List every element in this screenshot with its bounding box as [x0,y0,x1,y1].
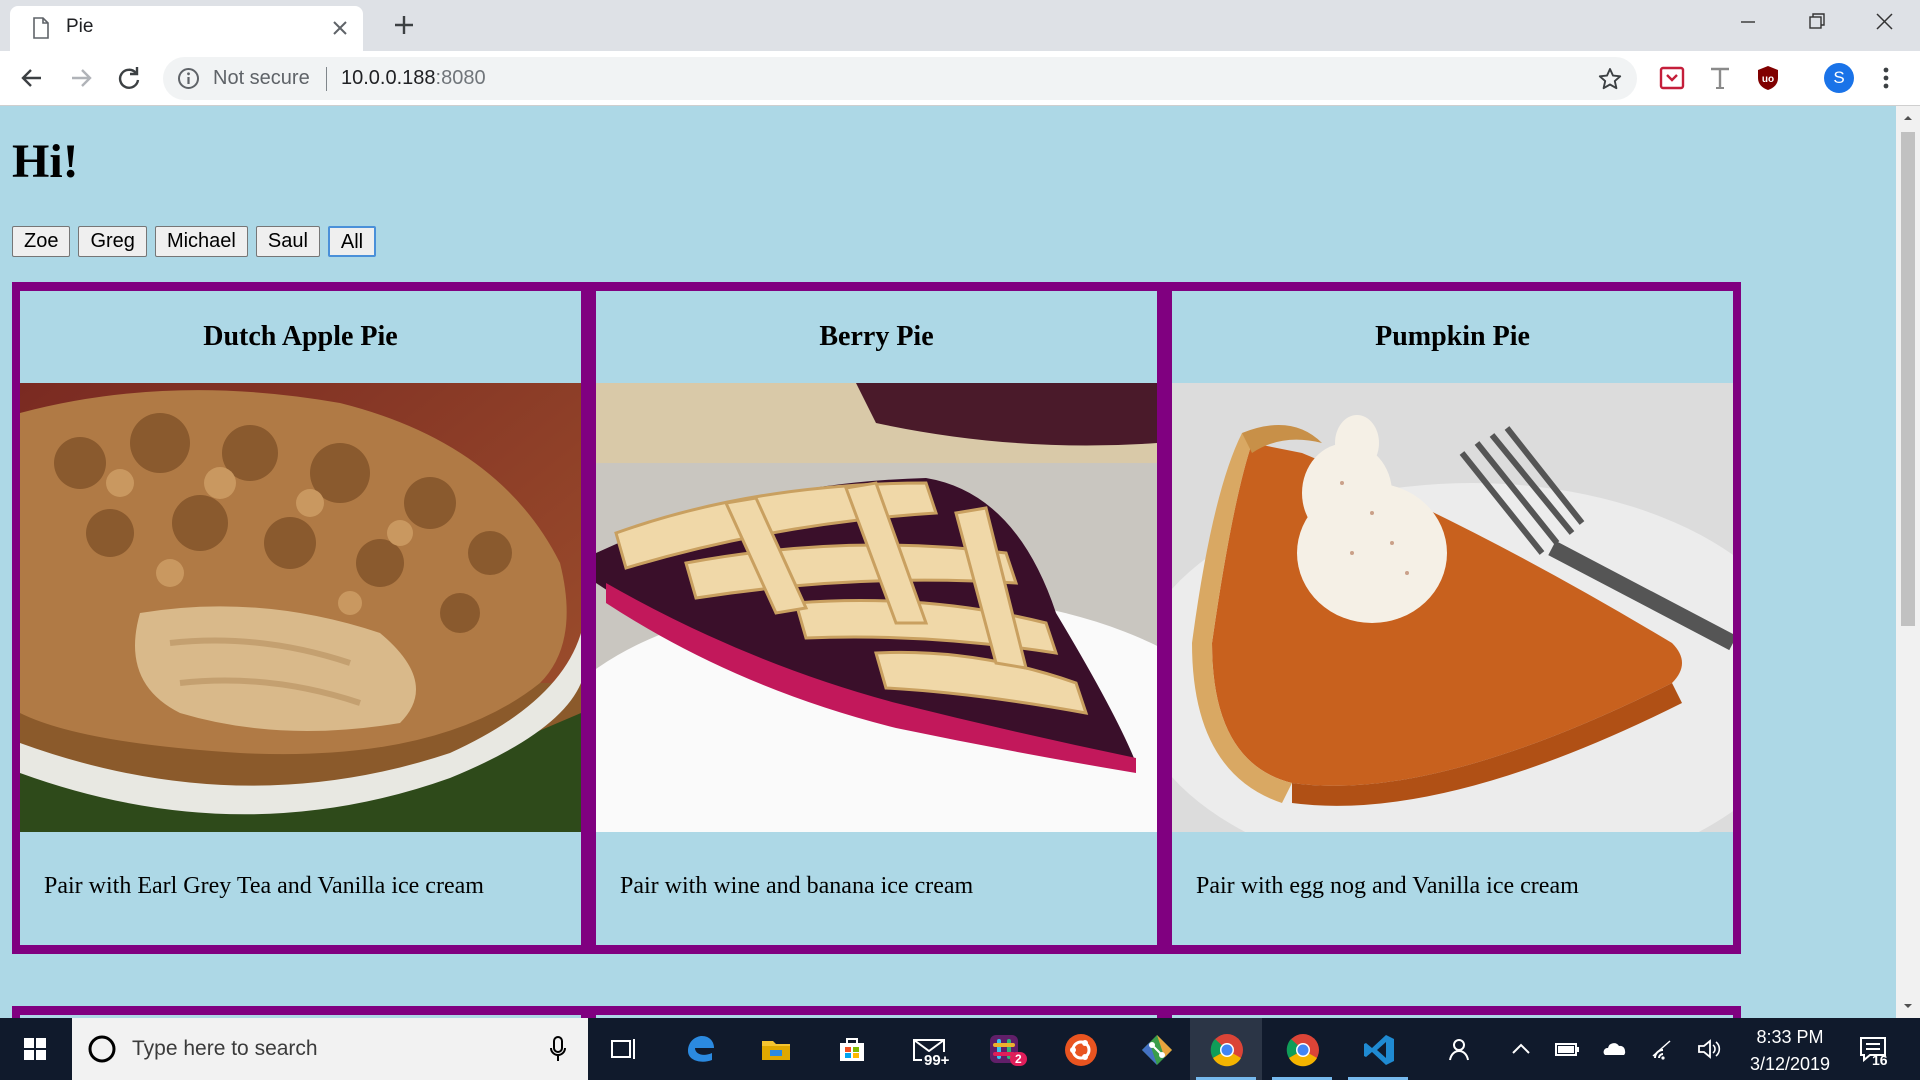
pie-card-row: Dutch Apple Pie Pair with Earl Grey Tea … [12,282,1741,954]
pie-card-row-partial [12,1006,1741,1018]
windows-taskbar: Type here to search 99+ 2 8:33 PM 3/12/2… [0,1018,1920,1080]
tab-title: Pie [66,16,94,37]
chrome-app-active[interactable] [1190,1018,1262,1080]
restore-icon[interactable] [1798,8,1834,36]
vscode-icon [1364,1035,1394,1065]
tab-bar: Pie [0,0,1920,51]
taskbar-search-box[interactable]: Type here to search [72,1018,588,1080]
minimize-icon[interactable] [1730,8,1766,36]
chrome-icon [1210,1034,1243,1067]
chrome-icon [1286,1034,1319,1067]
git-icon [1142,1035,1172,1065]
filter-button-zoe[interactable]: Zoe [12,226,71,257]
search-placeholder: Type here to search [132,1037,318,1060]
people-icon[interactable] [1448,1037,1474,1061]
filter-button-all[interactable]: All [327,226,377,257]
pie-card: Berry Pie Pair with wine and banana ice … [596,291,1157,945]
url-text[interactable]: 10.0.0.188:8080 [341,67,486,90]
store-app[interactable] [816,1018,888,1080]
vscode-app[interactable] [1342,1018,1414,1080]
wifi-icon[interactable] [1650,1037,1676,1061]
battery-icon[interactable] [1554,1037,1580,1061]
scroll-thumb[interactable] [1901,132,1915,626]
pie-name: Pumpkin Pie [1375,321,1530,352]
notification-count: 16 [1872,1052,1888,1068]
forward-arrow-icon[interactable] [66,63,96,93]
page-viewport: Hi! Zoe Greg Michael Saul All Dutch Appl… [0,106,1896,1018]
store-icon [840,1038,864,1061]
task-view-icon [611,1039,635,1059]
dutch-apple-pie-photo [20,383,581,832]
ubuntu-app[interactable] [1044,1018,1116,1080]
scroll-down-arrow-icon[interactable] [1902,1000,1914,1012]
clock-date: 3/12/2019 [1749,1054,1831,1074]
profile-avatar[interactable]: S [1824,63,1854,93]
filter-button-saul[interactable]: Saul [255,226,320,257]
system-clock[interactable]: 8:33 PM 3/12/2019 [1740,1024,1840,1078]
filter-button-michael[interactable]: Michael [154,226,248,257]
browser-toolbar: Not secure 10.0.0.188:8080 uo S [0,51,1920,106]
security-label: Not secure [213,67,310,89]
address-bar[interactable]: Not secure 10.0.0.188:8080 [163,57,1637,100]
chevron-up-icon[interactable] [1508,1037,1534,1061]
microphone-icon[interactable] [548,1035,568,1063]
reload-icon[interactable] [114,63,144,93]
edge-app[interactable] [664,1018,736,1080]
close-window-icon[interactable] [1866,8,1902,36]
pocket-extension-icon[interactable] [1658,64,1686,92]
ublock-extension-icon[interactable]: uo [1754,64,1782,92]
windows-start-icon[interactable] [0,1018,70,1080]
address-separator [326,67,327,91]
close-tab-icon[interactable] [329,17,351,39]
pie-card: Pumpkin Pie Pair with egg nog and Vanill… [1172,291,1733,945]
svg-text:uo: uo [1762,74,1774,85]
pie-pairing-text: Pair with Earl Grey Tea and Vanilla ice … [44,873,484,899]
url-port: :8080 [435,67,486,89]
task-view-button[interactable] [588,1018,660,1080]
volume-icon[interactable] [1696,1037,1722,1061]
pie-name: Dutch Apple Pie [203,321,398,352]
pie-card: Dutch Apple Pie Pair with Earl Grey Tea … [20,291,581,945]
menu-dots-icon[interactable] [1876,64,1896,92]
info-icon[interactable] [177,67,200,90]
pie-pairing-text: Pair with wine and banana ice cream [620,873,974,899]
slack-app[interactable]: 2 [968,1018,1040,1080]
page-icon [33,17,49,39]
pie-pairing-text: Pair with egg nog and Vanilla ice cream [1196,873,1579,899]
mail-badge: 99+ [922,1052,952,1069]
pie-name: Berry Pie [819,321,934,352]
browser-tab[interactable]: Pie [10,6,363,51]
git-app[interactable] [1120,1018,1192,1080]
edge-icon [688,1036,714,1062]
cortana-icon [88,1035,116,1063]
pumpkin-pie-photo [1172,383,1733,832]
bookmark-star-icon[interactable] [1597,66,1623,92]
person-filter-group: Zoe Greg Michael Saul All [12,226,377,257]
file-explorer-icon [762,1041,790,1060]
scroll-up-arrow-icon[interactable] [1902,112,1914,124]
berry-pie-photo [596,383,1157,832]
page-scrollbar[interactable] [1896,106,1920,1018]
url-host: 10.0.0.188 [341,67,436,89]
ubuntu-icon [1065,1034,1097,1066]
page-title: Hi! [12,135,79,188]
translate-extension-icon[interactable] [1706,64,1734,92]
new-tab-icon[interactable] [391,12,417,38]
chrome-app[interactable] [1266,1018,1338,1080]
clock-time: 8:33 PM [1756,1027,1824,1047]
onedrive-icon[interactable] [1602,1037,1628,1061]
filter-button-greg[interactable]: Greg [78,226,147,257]
file-explorer-app[interactable] [740,1018,812,1080]
slack-badge: 2 [1010,1052,1027,1066]
back-arrow-icon[interactable] [17,63,47,93]
mail-app[interactable]: 99+ [892,1018,964,1080]
